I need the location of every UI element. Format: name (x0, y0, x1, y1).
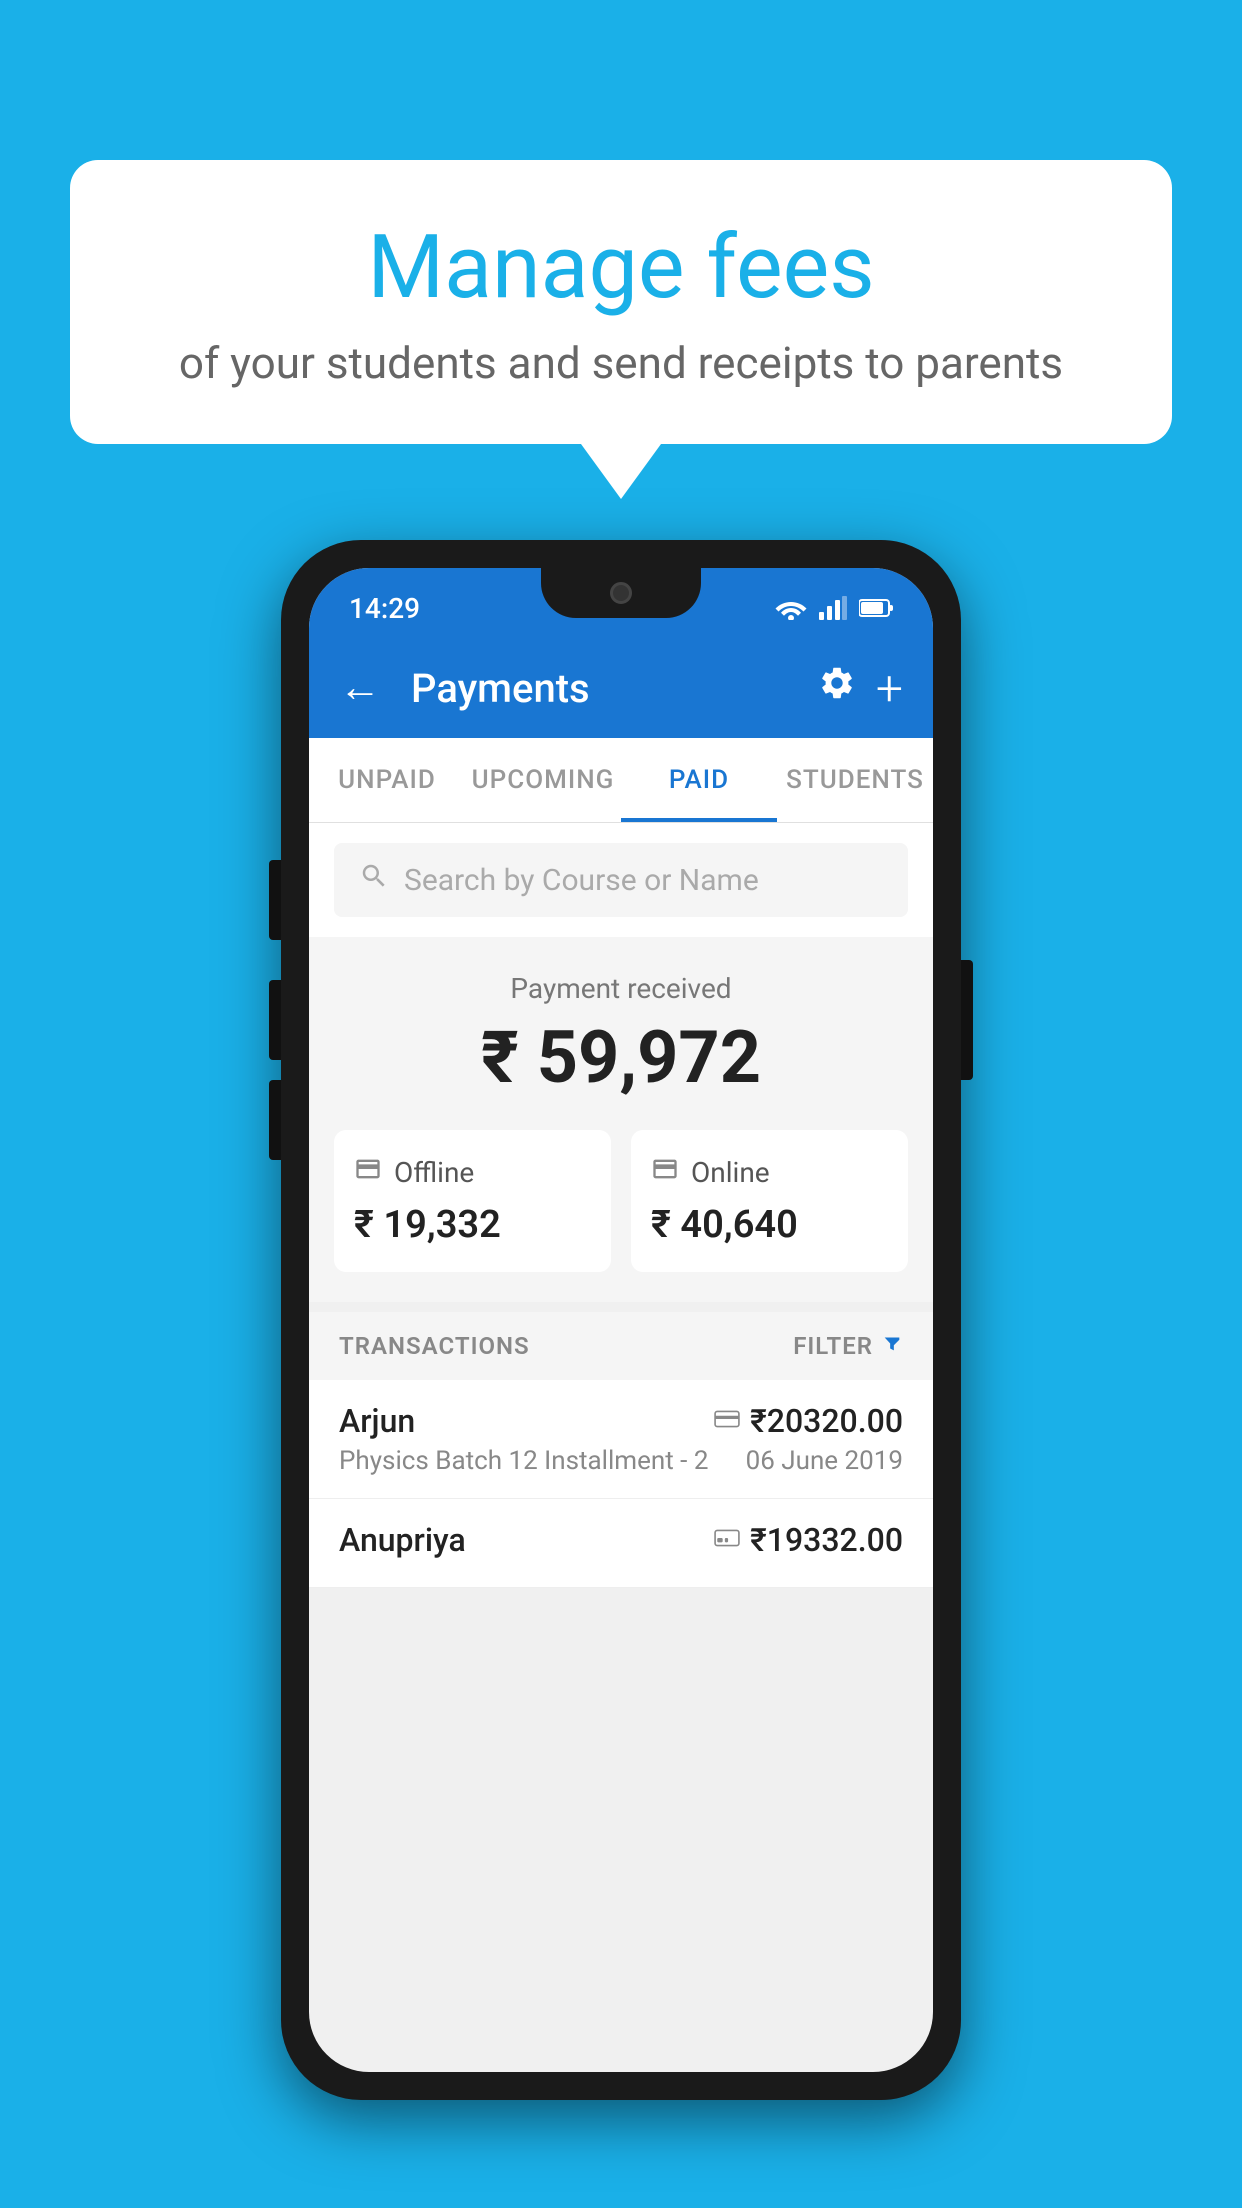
transaction-name: Anupriya (339, 1521, 466, 1559)
signal-icon (819, 596, 847, 620)
search-placeholder: Search by Course or Name (404, 863, 759, 898)
payment-total-amount: ₹ 59,972 (334, 1015, 908, 1100)
search-icon (359, 861, 389, 899)
payment-received-label: Payment received (334, 972, 908, 1005)
offline-payment-card: Offline ₹ 19,332 (334, 1130, 611, 1272)
transactions-list: Arjun ₹20320.00 Physics Batch 12 Install… (309, 1380, 933, 1588)
transaction-amount-2: ₹19332.00 (750, 1521, 903, 1559)
transaction-course: Physics Batch 12 Installment - 2 (339, 1446, 708, 1476)
add-icon[interactable]: + (876, 660, 903, 717)
tab-students[interactable]: STUDENTS (777, 738, 933, 822)
card-top-offline: Offline (354, 1155, 591, 1190)
speech-bubble: Manage fees of your students and send re… (70, 160, 1172, 444)
online-icon (651, 1155, 679, 1190)
header-title: Payments (411, 665, 798, 712)
speech-bubble-subtitle: of your students and send receipts to pa… (130, 337, 1112, 389)
header-icons: + (818, 660, 903, 717)
phone-container: 14:29 (281, 540, 961, 2100)
payment-cards: Offline ₹ 19,332 Online ₹ 40,640 (334, 1130, 908, 1272)
back-button[interactable]: ← (339, 667, 381, 709)
transactions-label: TRANSACTIONS (339, 1332, 530, 1360)
offline-amount: ₹ 19,332 (354, 1203, 591, 1247)
payment-summary: Payment received ₹ 59,972 Offline ₹ 19,3… (309, 937, 933, 1302)
online-amount: ₹ 40,640 (651, 1203, 888, 1247)
filter-label: FILTER (793, 1332, 873, 1360)
transactions-header: TRANSACTIONS FILTER (309, 1312, 933, 1380)
offline-icon (354, 1155, 382, 1190)
search-container: Search by Course or Name (309, 823, 933, 937)
transaction-amount-row: ₹20320.00 (714, 1402, 903, 1440)
transaction-row-top-arjun: Arjun ₹20320.00 (339, 1402, 903, 1440)
transaction-row-top-anupriya: Anupriya ₹19332.00 (339, 1521, 903, 1559)
status-time: 14:29 (349, 592, 420, 625)
speech-bubble-container: Manage fees of your students and send re… (70, 160, 1172, 499)
filter-icon (881, 1332, 903, 1360)
speech-bubble-title: Manage fees (130, 220, 1112, 317)
table-row[interactable]: Arjun ₹20320.00 Physics Batch 12 Install… (309, 1380, 933, 1499)
speech-bubble-arrow (581, 444, 661, 499)
table-row[interactable]: Anupriya ₹19332.00 (309, 1499, 933, 1588)
notch (541, 568, 701, 618)
online-payment-card: Online ₹ 40,640 (631, 1130, 908, 1272)
app-header: ← Payments + (309, 638, 933, 738)
tabs-container: UNPAID UPCOMING PAID STUDENTS (309, 738, 933, 823)
tab-unpaid[interactable]: UNPAID (309, 738, 465, 822)
tab-upcoming[interactable]: UPCOMING (465, 738, 621, 822)
transaction-amount: ₹20320.00 (750, 1402, 903, 1440)
transaction-name: Arjun (339, 1402, 415, 1440)
status-icons (775, 596, 893, 620)
settings-icon[interactable] (818, 664, 856, 712)
battery-icon (859, 598, 893, 618)
online-label: Online (691, 1156, 770, 1189)
transaction-date: 06 June 2019 (746, 1446, 903, 1476)
transaction-row-bottom-arjun: Physics Batch 12 Installment - 2 06 June… (339, 1446, 903, 1476)
tab-paid[interactable]: PAID (621, 738, 777, 822)
transaction-amount-row-2: ₹19332.00 (714, 1521, 903, 1559)
filter-container[interactable]: FILTER (793, 1332, 903, 1360)
search-bar[interactable]: Search by Course or Name (334, 843, 908, 917)
card-top-online: Online (651, 1155, 888, 1190)
wifi-icon (775, 596, 807, 620)
offline-payment-icon (714, 1526, 740, 1554)
front-camera (610, 582, 632, 604)
phone-screen: 14:29 (309, 568, 933, 2072)
card-payment-icon (714, 1407, 740, 1435)
offline-label: Offline (394, 1156, 474, 1189)
